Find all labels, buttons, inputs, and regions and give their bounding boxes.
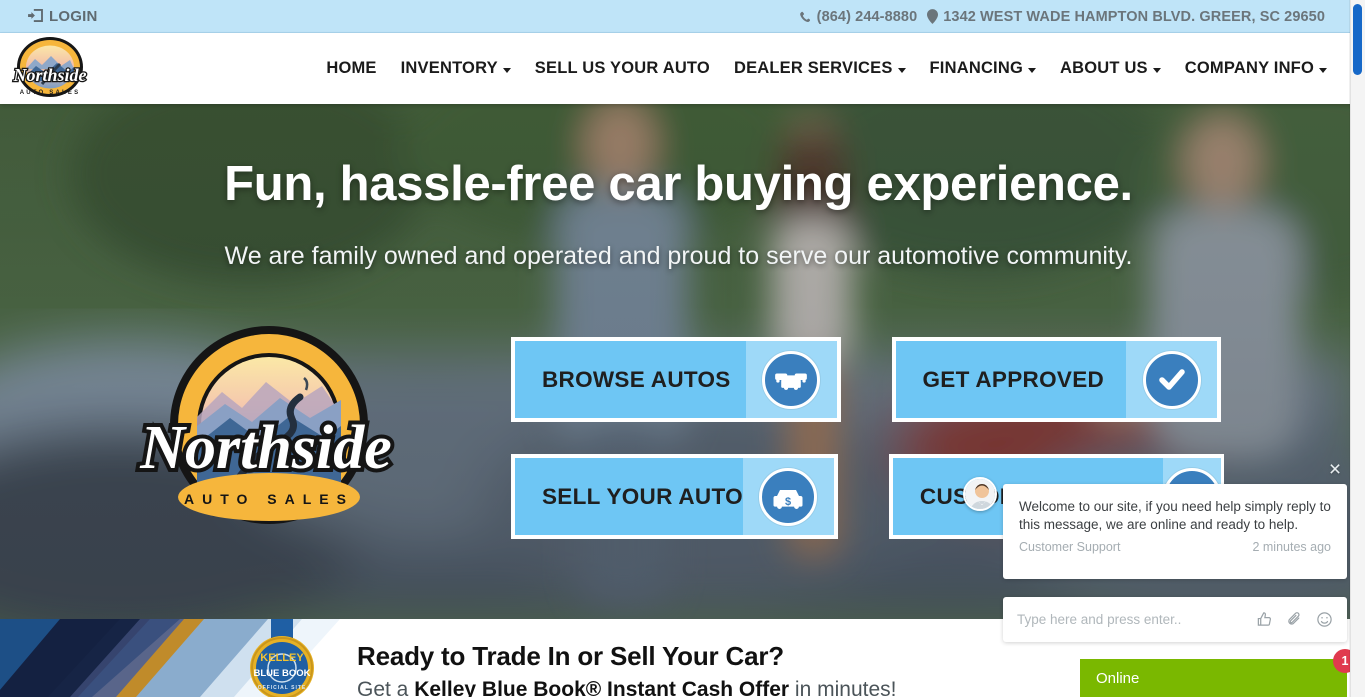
site-logo[interactable]: Northside AUTO SALES (8, 36, 92, 102)
browse-autos-tile[interactable]: BROWSE AUTOS (511, 337, 841, 422)
kbb-sub-bold: Kelley Blue Book® Instant Cash Offer (414, 678, 790, 697)
chat-close-icon[interactable]: × (1325, 459, 1345, 480)
nav-item-inventory[interactable]: INVENTORY (389, 59, 523, 78)
nav-label: COMPANY INFO (1184, 59, 1314, 77)
tile-label: BROWSE AUTOS (542, 366, 731, 392)
address-text: 1342 WEST WADE HAMPTON BLVD. GREER, SC 2… (943, 8, 1325, 25)
tile-icon-box (1126, 341, 1217, 418)
login-link[interactable]: LOGIN (28, 8, 98, 25)
kbb-sub-post: in minutes! (789, 678, 897, 697)
seal-bottom-text: BLUE BOOK (254, 668, 311, 679)
kbb-sub-pre: Get a (357, 678, 415, 697)
kelley-blue-book-seal: KELLEY BLUE BOOK OFFICIAL SITE (250, 619, 314, 697)
nav-label: FINANCING (929, 59, 1023, 77)
address-link[interactable]: 1342 WEST WADE HAMPTON BLVD. GREER, SC 2… (927, 9, 1325, 25)
page-root: LOGIN (864) 244-8880 1342 WEST WADE HAMP… (0, 0, 1365, 697)
chat-message-bubble: Welcome to our site, if you need help si… (1003, 484, 1347, 579)
chat-agent-avatar (963, 477, 997, 511)
chevron-down-icon (1028, 68, 1036, 73)
hero-logo-wordmark: Northside (139, 414, 391, 482)
vertical-scrollbar[interactable] (1350, 0, 1365, 697)
nav-label: SELL US YOUR AUTO (534, 59, 710, 77)
nav-item-sell-us-your-auto[interactable]: SELL US YOUR AUTO (523, 59, 722, 78)
hero-title: Fun, hassle-free car buying experience. (224, 157, 1133, 211)
map-pin-icon (927, 9, 939, 24)
kbb-heading: Ready to Trade In or Sell Your Car? (357, 641, 784, 671)
chevron-down-icon (1152, 68, 1161, 73)
svg-text:$: $ (785, 496, 791, 508)
nav-item-home[interactable]: HOME (314, 59, 388, 78)
sign-in-icon (28, 9, 43, 24)
sell-your-auto-tile[interactable]: SELL YOUR AUTO $ (511, 454, 838, 539)
site-header: Northside AUTO SALES HOME INVENTORY SELL… (0, 33, 1357, 104)
car-dollar-icon: $ (759, 467, 818, 526)
chat-sender: Customer Support (1019, 540, 1121, 554)
chat-message-text: Welcome to our site, if you need help si… (1019, 499, 1331, 532)
tile-icon-box: $ (742, 458, 834, 535)
nav-item-company-info[interactable]: COMPANY INFO (1173, 59, 1339, 78)
nav-label: INVENTORY (400, 59, 498, 77)
check-circle-icon (1142, 350, 1201, 409)
smiley-icon[interactable] (1316, 611, 1333, 628)
seal-top-text: KELLEY (260, 652, 304, 664)
kbb-subheading: Get a Kelley Blue Book® Instant Cash Off… (357, 678, 896, 697)
chat-status-label: Online (1096, 669, 1140, 687)
paperclip-icon[interactable] (1286, 611, 1303, 628)
contact-group: (864) 244-8880 1342 WEST WADE HAMPTON BL… (799, 9, 1325, 25)
thumbs-up-icon[interactable] (1256, 611, 1273, 628)
chevron-down-icon (1319, 68, 1327, 73)
svg-text:AUTO SALES: AUTO SALES (20, 90, 81, 96)
chat-status-bar[interactable]: Online (1080, 659, 1347, 697)
nav-label: HOME (326, 59, 377, 77)
kbb-copy: Ready to Trade In or Sell Your Car? Get … (357, 641, 896, 697)
chevron-down-icon (502, 68, 511, 73)
phone-link[interactable]: (864) 244-8880 (799, 9, 918, 25)
hero-logo: AUTO SALES Northside (130, 322, 408, 538)
phone-icon (799, 10, 812, 24)
top-utility-bar: LOGIN (864) 244-8880 1342 WEST WADE HAMP… (0, 0, 1357, 33)
nav-item-dealer-services[interactable]: DEALER SERVICES (722, 59, 918, 78)
nav-item-about-us[interactable]: ABOUT US (1048, 59, 1173, 78)
tile-label: SELL YOUR AUTO (542, 483, 743, 509)
chevron-down-icon (897, 68, 906, 73)
chat-timestamp: 2 minutes ago (1252, 540, 1331, 554)
nav-label: ABOUT US (1060, 59, 1148, 77)
chat-message-meta: Customer Support 2 minutes ago (1019, 540, 1331, 554)
hero-logo-subtext: AUTO SALES (184, 491, 354, 507)
cars-icon (762, 350, 820, 409)
tile-icon-box (745, 341, 837, 418)
phone-number: (864) 244-8880 (816, 8, 918, 25)
chat-input[interactable] (1017, 612, 1256, 627)
chat-input-row (1003, 597, 1347, 642)
scrollbar-thumb[interactable] (1353, 4, 1362, 75)
hero-subtitle: We are family owned and operated and pro… (224, 242, 1133, 270)
nav-label: DEALER SERVICES (733, 59, 893, 77)
svg-text:Northside: Northside (12, 65, 86, 85)
tile-label: GET APPROVED (922, 366, 1105, 392)
nav-item-financing[interactable]: FINANCING (918, 59, 1048, 78)
main-nav: HOME INVENTORY SELL US YOUR AUTO DEALER … (314, 33, 1339, 104)
svg-text:OFFICIAL SITE: OFFICIAL SITE (258, 685, 306, 691)
get-approved-tile[interactable]: GET APPROVED (891, 337, 1221, 422)
login-label: LOGIN (49, 8, 98, 25)
chat-tools (1256, 611, 1333, 628)
